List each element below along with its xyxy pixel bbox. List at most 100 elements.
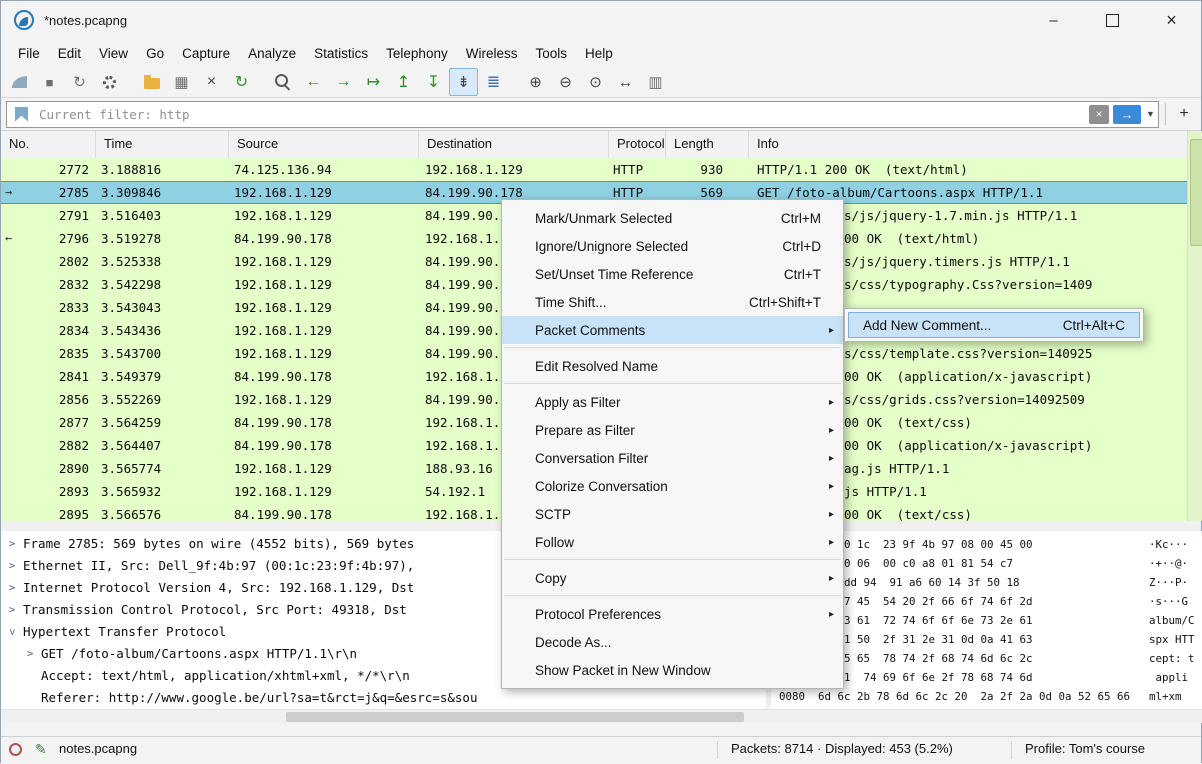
expert-info-icon[interactable]: [9, 743, 22, 756]
zoom-original-button[interactable]: ⊙: [581, 68, 610, 96]
expand-chevron-icon[interactable]: >: [7, 599, 17, 621]
menubar-item-file[interactable]: File: [9, 42, 49, 65]
save-file-button[interactable]: ▦: [167, 68, 196, 96]
go-first-packet-button[interactable]: ↥: [389, 68, 418, 96]
collapse-chevron-icon[interactable]: >: [1, 627, 23, 637]
resize-columns-button[interactable]: ↔: [611, 68, 640, 96]
zoom-in-button[interactable]: ⊕: [521, 68, 550, 96]
go-first-packet-icon: ↥: [397, 72, 410, 92]
context-menu-item-apply-as-filter[interactable]: Apply as Filter▸: [502, 388, 843, 416]
context-menu-item-packet-comments[interactable]: Packet Comments▸: [502, 316, 843, 344]
packet-list-header: No. Time Source Destination Protocol Len…: [1, 131, 1187, 159]
filter-dropdown-button[interactable]: ▼: [1143, 109, 1158, 119]
scrollbar-thumb[interactable]: [1190, 139, 1202, 246]
context-menu-item-conversation-filter[interactable]: Conversation Filter▸: [502, 444, 843, 472]
minimize-button[interactable]: –: [1024, 1, 1083, 39]
display-filter-input[interactable]: [37, 106, 1089, 123]
column-header-destination[interactable]: Destination: [419, 131, 609, 158]
expand-chevron-icon[interactable]: >: [7, 577, 17, 599]
cell-source: 192.168.1.129: [234, 296, 332, 319]
cell-source: 192.168.1.129: [234, 273, 332, 296]
menubar-item-help[interactable]: Help: [576, 42, 622, 65]
menubar-item-telephony[interactable]: Telephony: [377, 42, 457, 65]
column-header-no[interactable]: No.: [1, 131, 96, 158]
hex-ascii: album/C: [1149, 611, 1195, 630]
open-file-button[interactable]: [137, 68, 166, 96]
stop-capture-button[interactable]: ■: [35, 68, 64, 96]
maximize-button[interactable]: [1083, 1, 1142, 39]
cell-info-fragment: 00 OK (application/x-javascript): [844, 365, 1092, 388]
go-last-packet-button[interactable]: ↧: [419, 68, 448, 96]
context-menu-item-show-packet-in-new-window[interactable]: Show Packet in New Window: [502, 656, 843, 684]
context-menu-item-prepare-as-filter[interactable]: Prepare as Filter▸: [502, 416, 843, 444]
hex-bytes: 1 50 2f 31 2e 31 0d 0a 41 63: [844, 630, 1033, 649]
close-button[interactable]: ×: [1142, 1, 1201, 39]
cell-no: 2772: [1, 158, 89, 181]
menubar-item-analyze[interactable]: Analyze: [239, 42, 305, 65]
menu-separator: [504, 383, 841, 384]
close-file-button[interactable]: ×: [197, 68, 226, 96]
column-header-time[interactable]: Time: [96, 131, 229, 158]
toolbar-separator: [509, 82, 521, 83]
context-menu-item-colorize-conversation[interactable]: Colorize Conversation▸: [502, 472, 843, 500]
go-forward-button[interactable]: →: [329, 68, 358, 96]
add-filter-button[interactable]: +: [1172, 102, 1196, 126]
menubar-item-view[interactable]: View: [90, 42, 137, 65]
cell-time: 3.542298: [101, 273, 161, 296]
packet-list-scrollbar[interactable]: [1187, 131, 1202, 521]
column-header-source[interactable]: Source: [229, 131, 419, 158]
context-menu-item-time-shift[interactable]: Time Shift...Ctrl+Shift+T: [502, 288, 843, 316]
menubar-item-capture[interactable]: Capture: [173, 42, 239, 65]
context-menu-item-set-unset-time-reference[interactable]: Set/Unset Time ReferenceCtrl+T: [502, 260, 843, 288]
context-menu-item-decode-as[interactable]: Decode As...: [502, 628, 843, 656]
menubar-item-statistics[interactable]: Statistics: [305, 42, 377, 65]
submenu-arrow-icon: ▸: [829, 609, 834, 620]
zoom-out-button[interactable]: ⊖: [551, 68, 580, 96]
horizontal-scrollbar-thumb[interactable]: [286, 712, 744, 722]
filter-bookmark-icon[interactable]: [15, 107, 28, 122]
column-header-info[interactable]: Info: [749, 131, 1187, 158]
plus-icon: +: [1179, 105, 1188, 123]
go-to-packet-button[interactable]: ↦: [359, 68, 388, 96]
cell-time: 3.565932: [101, 480, 161, 503]
cell-time: 3.519278: [101, 227, 161, 250]
context-menu-item-protocol-preferences[interactable]: Protocol Preferences▸: [502, 600, 843, 628]
reload-file-button[interactable]: ↻: [227, 68, 256, 96]
filter-apply-button[interactable]: →: [1113, 105, 1141, 124]
hex-offset-and-bytes: 0080 6d 6c 2b 78 6d 6c 2c 20 2a 2f 2a 0d…: [779, 687, 1130, 706]
menu-item-label: Mark/Unmark Selected: [535, 211, 781, 226]
packet-row[interactable]: 27723.18881674.125.136.94192.168.1.129HT…: [1, 158, 1187, 181]
menu-item-label: Show Packet in New Window: [535, 663, 835, 678]
auto-scroll-button[interactable]: ⇟: [449, 68, 478, 96]
go-back-button[interactable]: ←: [299, 68, 328, 96]
capture-options-button[interactable]: [95, 68, 124, 96]
hex-row[interactable]: 0080 6d 6c 2b 78 6d 6c 2c 20 2a 2f 2a 0d…: [771, 687, 1202, 706]
context-menu-item-sctp[interactable]: SCTP▸: [502, 500, 843, 528]
menubar-item-tools[interactable]: Tools: [526, 42, 576, 65]
menubar-item-go[interactable]: Go: [137, 42, 173, 65]
context-menu-item-follow[interactable]: Follow▸: [502, 528, 843, 556]
menubar-item-wireless[interactable]: Wireless: [457, 42, 527, 65]
layout-panes-button[interactable]: ▥: [641, 68, 670, 96]
detail-line[interactable]: Referer: http://www.google.be/url?sa=t&r…: [1, 687, 766, 709]
context-menu-item-copy[interactable]: Copy▸: [502, 564, 843, 592]
column-header-length[interactable]: Length: [666, 131, 749, 158]
capture-comment-icon[interactable]: ✎: [35, 741, 47, 758]
expand-chevron-icon[interactable]: >: [7, 555, 17, 577]
expand-chevron-icon[interactable]: >: [25, 643, 35, 665]
expand-chevron-icon[interactable]: >: [7, 533, 17, 555]
context-menu-item-ignore-unignore-selected[interactable]: Ignore/Unignore SelectedCtrl+D: [502, 232, 843, 260]
context-menu-item-mark-unmark-selected[interactable]: Mark/Unmark SelectedCtrl+M: [502, 204, 843, 232]
colorize-packets-button[interactable]: ≣: [479, 68, 508, 96]
context-menu-item-edit-resolved-name[interactable]: Edit Resolved Name: [502, 352, 843, 380]
horizontal-scrollbar[interactable]: [1, 709, 1202, 723]
cell-time: 3.564407: [101, 434, 161, 457]
menu-item-add-new-comment[interactable]: Add New Comment... Ctrl+Alt+C: [848, 312, 1140, 338]
start-capture-button[interactable]: [5, 68, 34, 96]
menubar-item-edit[interactable]: Edit: [49, 42, 90, 65]
status-profile[interactable]: Profile: Tom's course: [1025, 741, 1145, 756]
find-packet-button[interactable]: [269, 68, 298, 96]
restart-capture-button[interactable]: ↻: [65, 68, 94, 96]
column-header-protocol[interactable]: Protocol: [609, 131, 666, 158]
filter-clear-button[interactable]: ×: [1089, 105, 1109, 124]
